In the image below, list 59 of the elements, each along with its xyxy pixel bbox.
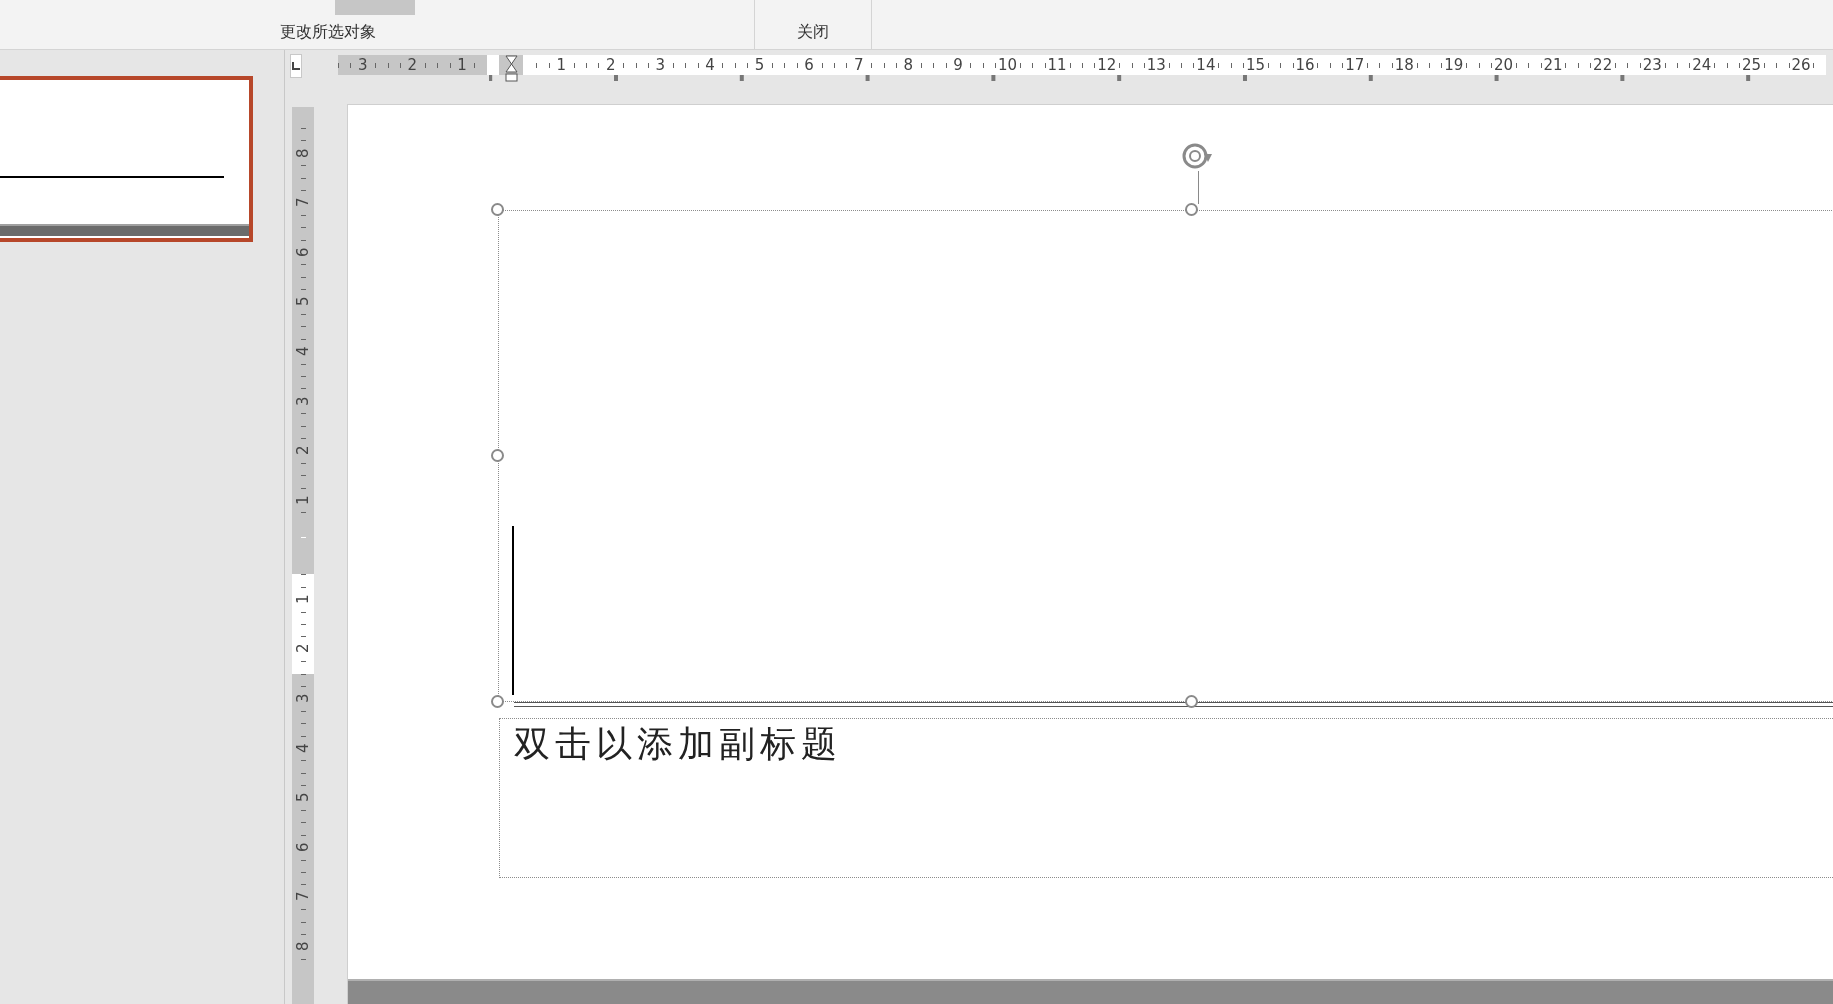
ruler-label: 4 — [292, 743, 313, 753]
ruler-label: 2 — [406, 57, 419, 73]
ruler-label: 4 — [292, 346, 313, 356]
ruler-label: 8 — [902, 57, 915, 73]
ruler-label: 5 — [753, 57, 766, 73]
rotate-handle-icon[interactable] — [1180, 141, 1214, 171]
ruler-label: 3 — [357, 57, 369, 73]
ruler-label: 5 — [292, 792, 313, 803]
ruler-label: 7 — [292, 891, 313, 902]
ruler-label: 19 — [1443, 57, 1465, 73]
resize-handle[interactable] — [491, 449, 504, 462]
ruler-label: 14 — [1195, 57, 1217, 73]
resize-handle[interactable] — [1185, 695, 1198, 708]
ruler-label: 20 — [1492, 57, 1514, 73]
indent-marker-icon[interactable] — [504, 55, 518, 83]
subtitle-prompt: 双击以添加副标题 — [514, 722, 842, 766]
ruler-label: 22 — [1592, 57, 1614, 73]
slide-thumbnail[interactable] — [0, 76, 253, 242]
ruler-label: 2 — [292, 643, 313, 654]
ruler-label: 6 — [292, 842, 313, 852]
ruler-label: 4 — [704, 57, 716, 73]
ruler-label: 1 — [456, 57, 468, 73]
ruler-label: 23 — [1641, 57, 1663, 73]
ruler-label: 5 — [292, 296, 313, 307]
ruler-label: 7 — [292, 197, 313, 208]
ruler-label: 16 — [1294, 57, 1316, 73]
ruler-label: 1 — [555, 57, 567, 73]
ruler-label: 7 — [852, 57, 865, 73]
tab-selector-button[interactable] — [290, 54, 302, 78]
resize-handle[interactable] — [1185, 203, 1198, 216]
ruler-label: 2 — [605, 57, 617, 73]
ruler-label: 18 — [1393, 57, 1415, 73]
ruler-label: 6 — [803, 57, 815, 73]
subtitle-placeholder[interactable]: 双击以添加副标题 — [499, 718, 1833, 878]
ruler-label: 1 — [292, 594, 313, 604]
resize-handle[interactable] — [491, 695, 504, 708]
ruler-label: 24 — [1691, 57, 1713, 73]
ruler-label: 3 — [292, 693, 313, 704]
ruler-label: 2 — [292, 445, 313, 456]
ruler-label: 25 — [1740, 57, 1762, 73]
ruler-label: 12 — [1096, 57, 1118, 73]
corner-tab-icon — [291, 61, 301, 71]
resize-handle[interactable] — [491, 203, 504, 216]
ruler-label: 10 — [996, 57, 1019, 73]
ruler-label: 3 — [654, 57, 667, 73]
ruler-label: 6 — [292, 247, 313, 257]
group-label: 更改所选对象 — [280, 21, 376, 43]
group-label: 关闭 — [797, 21, 829, 43]
ruler-label: 8 — [292, 148, 313, 158]
ruler-label: 8 — [292, 941, 313, 952]
ruler-label: 17 — [1344, 57, 1366, 73]
ruler-label: 13 — [1145, 57, 1167, 73]
ruler-label: 1 — [292, 495, 313, 505]
ruler-label: 11 — [1046, 57, 1068, 73]
ruler-label: 9 — [952, 57, 964, 73]
ruler-label: 21 — [1542, 57, 1564, 73]
ruler-label: 26 — [1790, 57, 1812, 73]
ruler-label: 3 — [292, 396, 313, 406]
ruler-label: 15 — [1244, 57, 1267, 73]
